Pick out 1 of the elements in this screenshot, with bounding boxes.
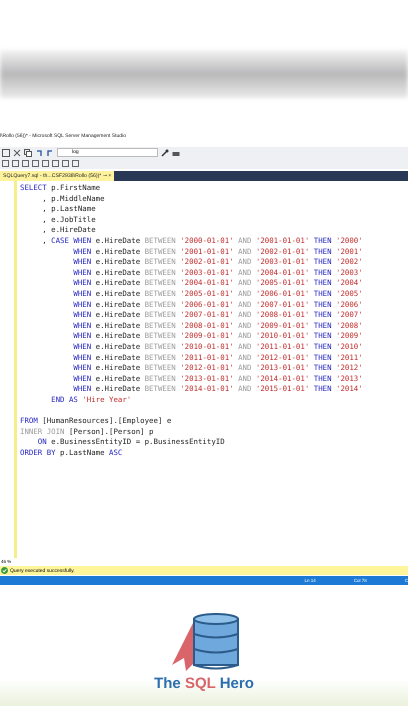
brand-name: The SQL Hero (154, 675, 254, 692)
